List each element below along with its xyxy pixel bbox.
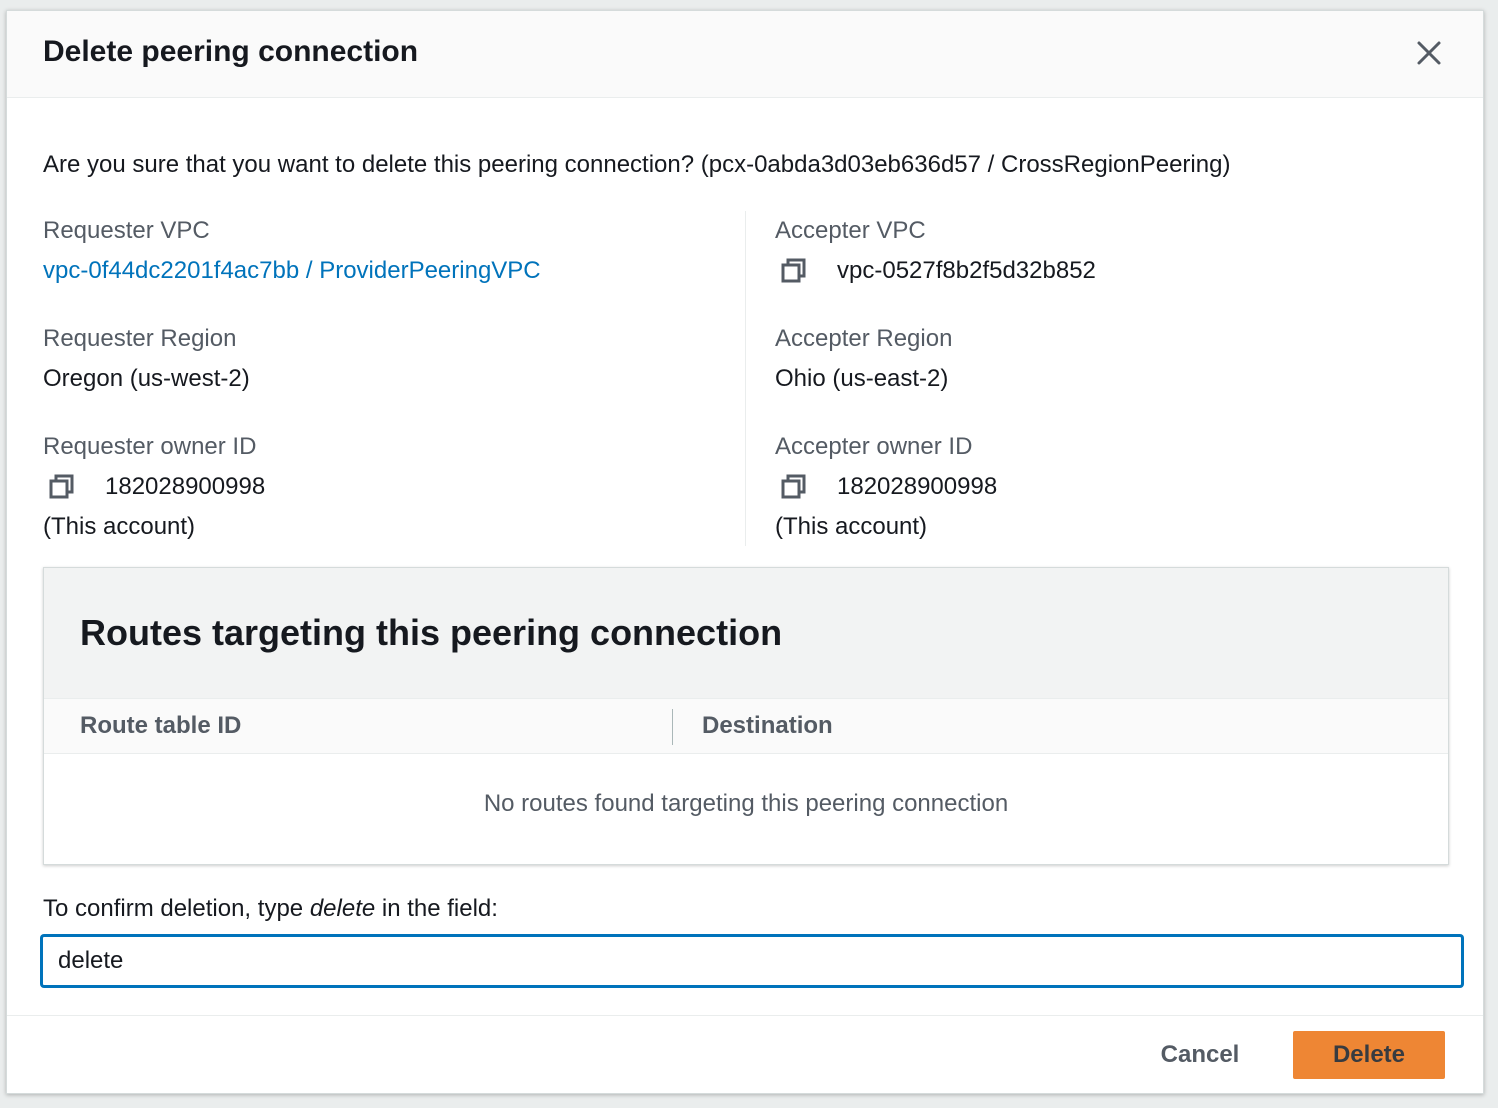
accepter-owner-note: (This account) (775, 513, 928, 540)
copy-icon[interactable] (779, 256, 809, 286)
accepter-region-value: Ohio (us-east-2) (775, 365, 949, 392)
accepter-owner-value: 182028900998 (837, 473, 998, 500)
accepter-owner-label: Accepter owner ID (775, 433, 973, 460)
routes-panel-title: Routes targeting this peering connection (80, 612, 783, 653)
confirm-label-prefix: To confirm deletion, type (43, 895, 310, 922)
accepter-details: Accepter VPC vpc-0527f8b2f5d32b852 Accep… (775, 211, 1455, 540)
cancel-button[interactable]: Cancel (1135, 1031, 1265, 1079)
column-route-table-id[interactable]: Route table ID (80, 699, 241, 753)
modal-header: Delete peering connection (7, 11, 1483, 98)
close-icon[interactable] (1413, 37, 1445, 69)
routes-empty-message: No routes found targeting this peering c… (483, 790, 1009, 817)
requester-vpc-label: Requester VPC (43, 217, 210, 244)
requester-owner-field: Requester owner ID 182028900998 (This ac… (43, 427, 723, 540)
copy-icon[interactable] (47, 472, 77, 502)
copy-icon[interactable] (779, 472, 809, 502)
requester-owner-label: Requester owner ID (43, 433, 257, 460)
routes-table-header: Route table ID Destination (44, 699, 1448, 754)
confirm-delete-input[interactable] (41, 935, 1463, 987)
column-divider (745, 211, 746, 546)
confirmation-question: Are you sure that you want to delete thi… (43, 151, 1231, 178)
confirm-label: To confirm deletion, type delete in the … (43, 895, 498, 923)
routes-panel: Routes targeting this peering connection… (43, 567, 1449, 865)
modal-title: Delete peering connection (43, 35, 419, 68)
requester-region-field: Requester Region Oregon (us-west-2) (43, 319, 723, 427)
column-resize-handle[interactable] (672, 709, 673, 745)
accepter-vpc-value: vpc-0527f8b2f5d32b852 (837, 257, 1096, 284)
column-destination[interactable]: Destination (702, 699, 833, 753)
requester-region-label: Requester Region (43, 325, 237, 352)
accepter-vpc-field: Accepter VPC vpc-0527f8b2f5d32b852 (775, 211, 1455, 319)
routes-panel-header: Routes targeting this peering connection (44, 568, 1448, 699)
confirm-label-suffix: in the field: (375, 895, 498, 922)
delete-button[interactable]: Delete (1293, 1031, 1445, 1079)
accepter-region-field: Accepter Region Ohio (us-east-2) (775, 319, 1455, 427)
requester-vpc-link[interactable]: vpc-0f44dc2201f4ac7bb / ProviderPeeringV… (43, 251, 541, 291)
requester-vpc-field: Requester VPC vpc-0f44dc2201f4ac7bb / Pr… (43, 211, 723, 319)
accepter-owner-field: Accepter owner ID 182028900998 (This acc… (775, 427, 1455, 540)
confirm-keyword: delete (309, 895, 376, 922)
delete-peering-modal: Delete peering connection Are you sure t… (6, 10, 1484, 1094)
accepter-region-label: Accepter Region (775, 325, 953, 352)
accepter-vpc-label: Accepter VPC (775, 217, 926, 244)
requester-details: Requester VPC vpc-0f44dc2201f4ac7bb / Pr… (43, 211, 723, 540)
requester-region-value: Oregon (us-west-2) (43, 365, 250, 392)
footer-divider (7, 1015, 1483, 1016)
requester-owner-note: (This account) (43, 513, 196, 540)
requester-owner-value: 182028900998 (105, 473, 266, 500)
